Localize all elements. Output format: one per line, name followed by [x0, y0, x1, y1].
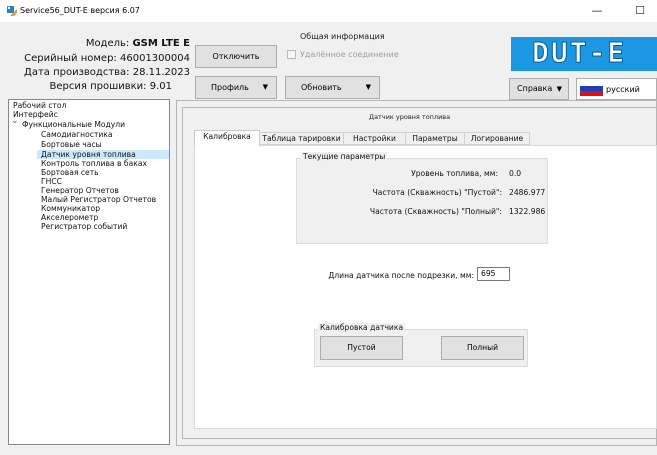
date-value: 28.11.2023	[132, 67, 190, 78]
tab-parameters[interactable]: Параметры	[405, 132, 465, 145]
firmware-label: Версия прошивки:	[49, 81, 147, 92]
tab-logging[interactable]: Логирование	[464, 132, 530, 145]
tree-item-communicator[interactable]: Коммуникатор	[41, 204, 100, 213]
serial-value: 46001300004	[120, 53, 190, 64]
firmware-row: Версия прошивки: 9.01	[0, 81, 172, 92]
firmware-value: 9.01	[149, 81, 172, 92]
tree-item-gnss[interactable]: ГНСС	[41, 177, 62, 186]
refresh-label: Обновить	[301, 83, 342, 92]
help-label: Справка	[517, 84, 553, 93]
tree-item-small-report-recorder[interactable]: Малый Регистратор Отчетов	[41, 195, 156, 204]
profile-label: Профиль	[211, 83, 249, 92]
section-title: Общая информация	[300, 32, 385, 41]
calibrate-full-button[interactable]: Полный	[441, 336, 524, 360]
window-title: Service56_DUT-E версия 6.07	[20, 6, 140, 15]
tree-item-fuel-level-sensor[interactable]: Датчик уровня топлива	[41, 150, 136, 159]
maximize-button[interactable]: ☐	[625, 0, 655, 22]
tree-item-functional-modules[interactable]: Функциональные Модули	[22, 120, 125, 129]
russia-flag-icon	[580, 81, 603, 96]
current-params-title: Текущие параметры	[301, 152, 388, 161]
language-label: русский	[606, 85, 640, 94]
calibrate-empty-button[interactable]: Пустой	[320, 336, 403, 360]
freq-full-label: Частота (Скважность) "Полный":	[369, 207, 502, 216]
tree-item-event-recorder[interactable]: Регистратор событий	[41, 222, 127, 231]
date-row: Дата производства: 28.11.2023	[0, 67, 190, 78]
remote-connection-label: Удалённое соединение	[300, 50, 399, 59]
model-row: Модель: GSM LTE E	[0, 38, 190, 49]
tree-item-desktop[interactable]: Рабочий стол	[13, 101, 66, 110]
chevron-down-icon[interactable]: ⌄	[11, 116, 19, 126]
date-label: Дата производства:	[24, 67, 130, 78]
sensor-length-input[interactable]: 695	[477, 267, 510, 281]
sensor-calibration-title: Калибровка датчика	[318, 323, 406, 332]
model-label: Модель:	[85, 38, 130, 49]
dropdown-arrow-icon: ▼	[262, 83, 268, 91]
minimize-button[interactable]: —	[582, 0, 612, 22]
tree-item-onboard-clock[interactable]: Бортовые часы	[41, 140, 102, 149]
dropdown-arrow-icon: ▼	[365, 83, 371, 91]
freq-full-value: 1322.986	[509, 207, 546, 216]
fuel-level-label: Уровень топлива, мм:	[411, 169, 498, 178]
help-dropdown[interactable]: Справка ▼	[509, 78, 569, 100]
tree-item-report-generator[interactable]: Генератор Отчетов	[41, 186, 119, 195]
model-value: GSM LTE E	[132, 38, 190, 49]
tree-item-interface[interactable]: Интерфейс	[13, 110, 58, 119]
sensor-length-label: Длина датчика после подрезки, мм:	[328, 271, 474, 280]
tab-settings[interactable]: Настройки	[343, 132, 406, 145]
tree-item-onboard-network[interactable]: Бортовая сеть	[41, 168, 99, 177]
freq-empty-value: 2486.977	[509, 188, 546, 197]
tree-item-self-diagnostics[interactable]: Самодиагностика	[41, 130, 113, 139]
tree-item-accelerometer[interactable]: Акселерометр	[41, 213, 98, 222]
dropdown-arrow-icon: ▼	[556, 85, 562, 93]
remote-connection-checkbox[interactable]	[287, 50, 296, 59]
fuel-level-value: 0.0	[509, 169, 522, 178]
refresh-dropdown[interactable]: Обновить ▼	[285, 76, 380, 99]
serial-label: Серийный номер:	[24, 53, 117, 64]
tab-calibration[interactable]: Калибровка	[194, 130, 260, 146]
brand-logo-text: DUT-E	[531, 36, 627, 70]
app-icon	[6, 5, 18, 17]
serial-row: Серийный номер: 46001300004	[0, 53, 190, 64]
tree-item-fuel-tank-control[interactable]: Контроль топлива в баках	[41, 159, 147, 168]
sensor-title: Датчик уровня топлива	[369, 113, 451, 121]
tab-calibration-table[interactable]: Таблица тарировки	[259, 132, 344, 145]
disconnect-button[interactable]: Отключить	[195, 45, 277, 68]
freq-empty-label: Частота (Скважность) "Пустой":	[372, 188, 502, 197]
profile-dropdown[interactable]: Профиль ▼	[195, 76, 277, 99]
